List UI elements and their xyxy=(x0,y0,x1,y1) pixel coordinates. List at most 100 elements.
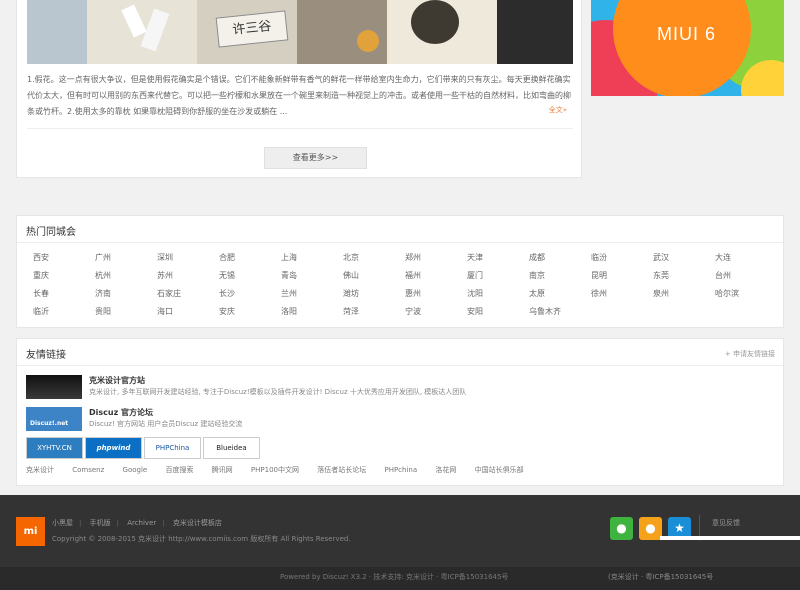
divider xyxy=(17,242,783,243)
city-link[interactable]: 沈阳 xyxy=(467,288,529,306)
city-link[interactable]: 西安 xyxy=(33,252,95,270)
miui-promo-banner[interactable]: MIUI 6 xyxy=(591,0,784,96)
read-more-link[interactable]: 全文» xyxy=(549,105,567,115)
city-link[interactable]: 合肥 xyxy=(219,252,281,270)
blueidea-logo-link[interactable]: Blueidea xyxy=(203,437,260,459)
city-link[interactable]: 长沙 xyxy=(219,288,281,306)
city-link[interactable]: 乌鲁木齐 xyxy=(529,306,591,324)
city-link[interactable]: 重庆 xyxy=(33,270,95,288)
separator: | xyxy=(116,519,119,527)
city-link[interactable]: 太原 xyxy=(529,288,591,306)
weibo-icon[interactable]: ● xyxy=(639,517,662,540)
city-link[interactable]: 泉州 xyxy=(653,288,715,306)
friend-link-row[interactable]: Discuz!.net Discuz 官方论坛 Discuz! 官方网站 用户会… xyxy=(26,407,766,435)
city-link[interactable]: 武汉 xyxy=(653,252,715,270)
footer-link-blackroom[interactable]: 小黑屋 xyxy=(52,519,73,527)
city-link[interactable]: 郑州 xyxy=(405,252,467,270)
city-link[interactable]: 苏州 xyxy=(157,270,219,288)
view-more-button[interactable]: 查看更多>> xyxy=(264,147,367,169)
city-link[interactable]: 福州 xyxy=(405,270,467,288)
text-link[interactable]: PHPchina xyxy=(384,466,417,474)
city-link[interactable]: 石家庄 xyxy=(157,288,219,306)
phpwind-logo-link[interactable]: phpwind xyxy=(85,437,142,459)
city-link[interactable]: 深圳 xyxy=(157,252,219,270)
text-links: 克米设计 Comsenz Google 百度搜索 腾讯网 PHP100中文网 落… xyxy=(26,465,540,475)
text-link[interactable]: 中国站长俱乐部 xyxy=(475,466,524,474)
footer-link-archiver[interactable]: Archiver xyxy=(127,519,156,527)
city-link[interactable]: 昆明 xyxy=(591,270,653,288)
city-link[interactable]: 成都 xyxy=(529,252,591,270)
city-link[interactable]: 大连 xyxy=(715,252,777,270)
footer-nav: 小黑屋 | 手机版 | Archiver | 克米设计模板店 xyxy=(52,518,228,528)
image-detail xyxy=(411,0,459,44)
city-link[interactable]: 惠州 xyxy=(405,288,467,306)
city-link[interactable]: 宁波 xyxy=(405,306,467,324)
powered-by-text: Powered by Discuz! X3.2 · 技术支持: 克米设计 · 粤… xyxy=(280,573,509,581)
article-image[interactable]: 许三谷 xyxy=(27,0,573,64)
city-link[interactable]: 杭州 xyxy=(95,270,157,288)
city-link[interactable]: 洛阳 xyxy=(281,306,343,324)
city-link[interactable]: 徐州 xyxy=(591,288,653,306)
image-region xyxy=(27,0,87,64)
apply-friend-link[interactable]: + 申请友情链接 xyxy=(725,349,775,359)
site-footer: mi 小黑屋 | 手机版 | Archiver | 克米设计模板店 Copyright… xyxy=(0,495,800,590)
xyhtv-logo-link[interactable]: XYHTV.CN xyxy=(26,437,83,459)
city-link[interactable]: 济南 xyxy=(95,288,157,306)
text-link[interactable]: 落伍者站长论坛 xyxy=(317,466,366,474)
divider xyxy=(660,536,800,540)
city-link[interactable]: 海口 xyxy=(157,306,219,324)
image-detail xyxy=(357,30,379,52)
hot-cities-title: 热门同城会 xyxy=(26,227,76,238)
friend-links-card: 友情链接 + 申请友情链接 克米设计官方站 克米设计, 多年互联网开发建站经验,… xyxy=(16,338,784,486)
city-link[interactable]: 安庆 xyxy=(219,306,281,324)
city-link[interactable]: 潍坊 xyxy=(343,288,405,306)
city-link[interactable]: 北京 xyxy=(343,252,405,270)
text-link[interactable]: 百度搜索 xyxy=(165,466,193,474)
friend-link-desc: Discuz! 官方网站 用户会员Discuz 建站经验交流 xyxy=(89,420,243,428)
city-link[interactable]: 临汾 xyxy=(591,252,653,270)
city-link[interactable]: 长春 xyxy=(33,288,95,306)
city-link[interactable]: 菏泽 xyxy=(343,306,405,324)
wechat-icon[interactable]: ● xyxy=(610,517,633,540)
city-link[interactable]: 上海 xyxy=(281,252,343,270)
city-link[interactable]: 广州 xyxy=(95,252,157,270)
city-link[interactable]: 天津 xyxy=(467,252,529,270)
mi-logo-icon[interactable]: mi xyxy=(16,517,45,546)
city-link[interactable]: 无锡 xyxy=(219,270,281,288)
city-link[interactable]: 哈尔滨 xyxy=(715,288,777,306)
hot-cities-card: 热门同城会 西安 广州 深圳 合肥 上海 北京 郑州 天津 成都 临汾 武汉 大… xyxy=(16,215,784,328)
friend-link-row[interactable]: 克米设计官方站 克米设计, 多年互联网开发建站经验, 专注于Discuz!模板以… xyxy=(26,375,766,403)
divider xyxy=(27,128,573,129)
separator: | xyxy=(162,519,165,527)
discuz-logo[interactable]: Discuz!.net xyxy=(26,407,82,431)
city-link[interactable]: 兰州 xyxy=(281,288,343,306)
phpchina-logo-link[interactable]: PHPChina xyxy=(144,437,201,459)
copyright-text: Copyright © 2008-2015 克米设计 http://www.co… xyxy=(52,535,351,543)
city-link[interactable]: 青岛 xyxy=(281,270,343,288)
comiis-logo[interactable] xyxy=(26,375,82,399)
separator: | xyxy=(79,519,82,527)
footer-link-mobile[interactable]: 手机版 xyxy=(90,519,111,527)
friend-links-title: 友情链接 xyxy=(26,350,66,361)
text-link[interactable]: Google xyxy=(123,466,148,474)
text-link[interactable]: PHP100中文网 xyxy=(251,466,299,474)
text-link[interactable]: 腾讯网 xyxy=(212,466,233,474)
article-excerpt: 1.假花。这一点有很大争议，但是使用假花确实是个错误。它们不能象新鲜带有香气的鲜… xyxy=(27,75,571,116)
city-link[interactable]: 佛山 xyxy=(343,270,405,288)
footer-link-template-store[interactable]: 克米设计模板店 xyxy=(173,519,222,527)
city-link[interactable]: 厦门 xyxy=(467,270,529,288)
city-list: 西安 广州 深圳 合肥 上海 北京 郑州 天津 成都 临汾 武汉 大连 重庆 杭… xyxy=(33,252,773,324)
text-link[interactable]: Comsenz xyxy=(72,466,104,474)
feedback-link[interactable]: 意见反馈 xyxy=(712,518,740,528)
city-link[interactable]: 东莞 xyxy=(653,270,715,288)
article-card: 许三谷 1.假花。这一点有很大争议，但是使用假花确实是个错误。它们不能象新鲜带有… xyxy=(16,0,582,178)
city-link[interactable]: 临沂 xyxy=(33,306,95,324)
city-link[interactable]: 安阳 xyxy=(467,306,529,324)
text-link[interactable]: 洛花网 xyxy=(435,466,456,474)
text-link[interactable]: 克米设计 xyxy=(26,466,54,474)
city-link[interactable]: 贵阳 xyxy=(95,306,157,324)
city-link[interactable]: 台州 xyxy=(715,270,777,288)
friend-link-name[interactable]: Discuz 官方论坛 xyxy=(89,407,153,418)
friend-link-name[interactable]: 克米设计官方站 xyxy=(89,375,145,386)
city-link[interactable]: 南京 xyxy=(529,270,591,288)
